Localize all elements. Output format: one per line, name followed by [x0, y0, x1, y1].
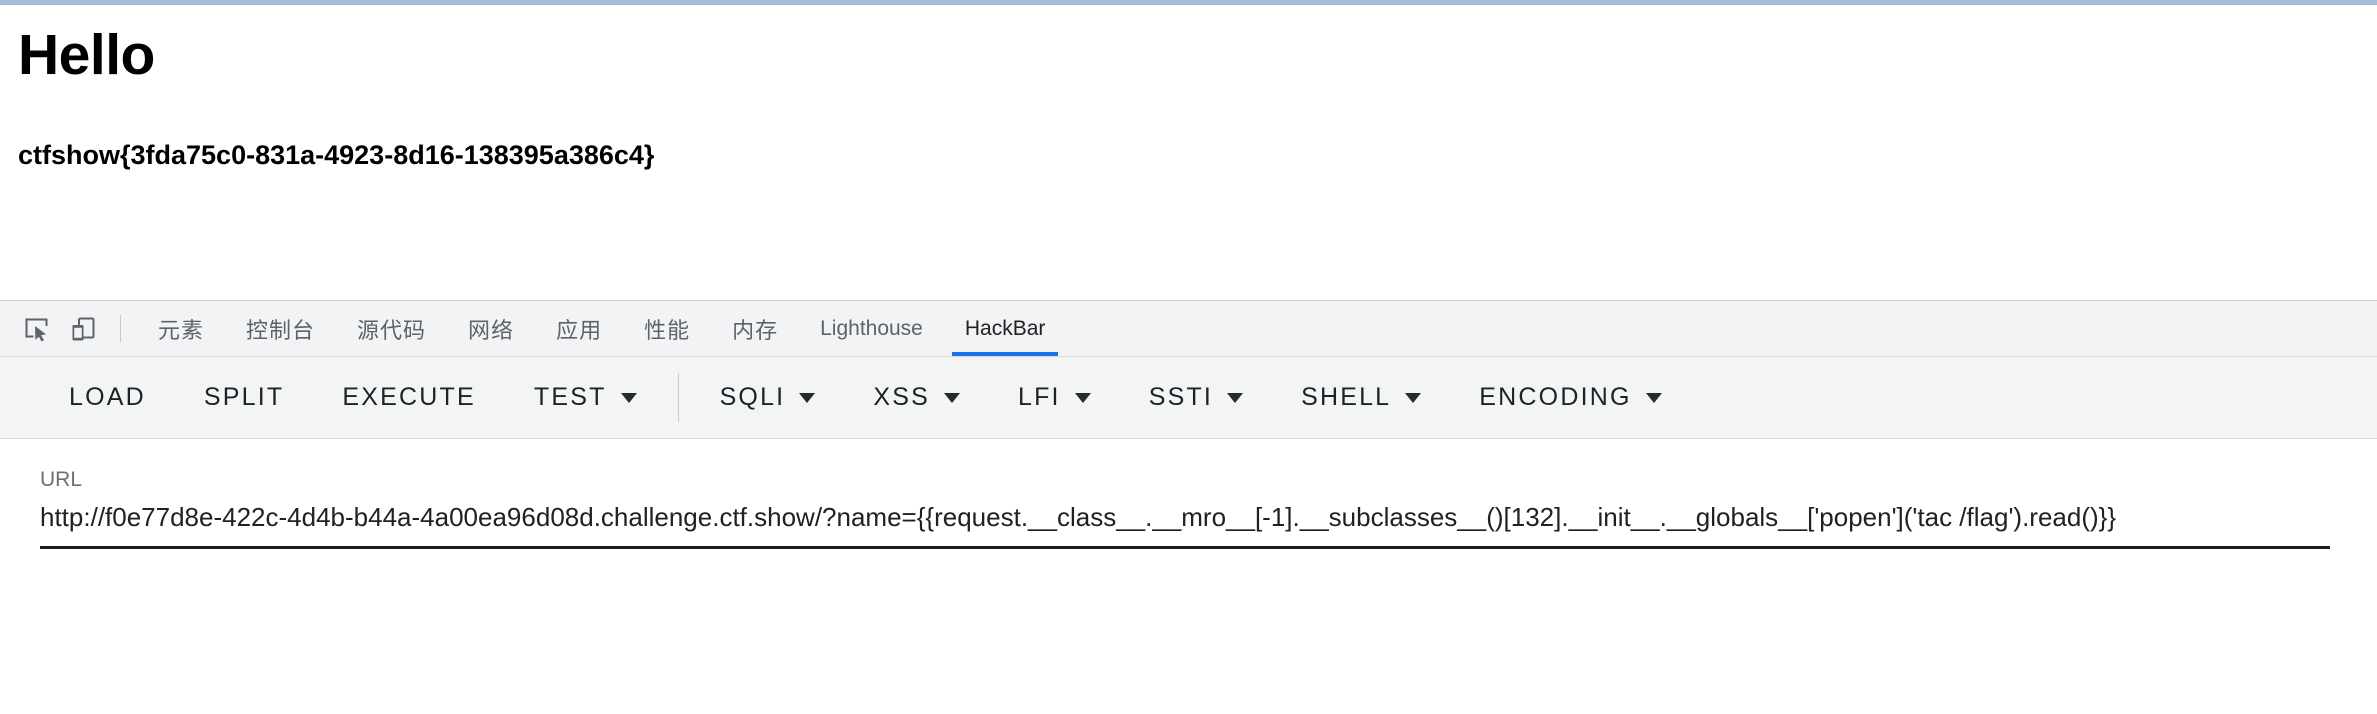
- chevron-down-icon: [620, 392, 637, 403]
- button-label: LOAD: [69, 383, 146, 411]
- hackbar-shell-button[interactable]: SHELL: [1272, 383, 1450, 412]
- tab-label: 内存: [732, 318, 779, 344]
- hackbar-split-button[interactable]: SPLIT: [175, 383, 313, 412]
- tab-label: 网络: [468, 318, 515, 344]
- button-label: LFI: [1017, 383, 1061, 411]
- devtools-tab-network[interactable]: 网络: [447, 301, 535, 356]
- chevron-down-icon: [799, 392, 816, 403]
- hackbar-body: URL http://f0e77d8e-422c-4d4b-b44a-4a00e…: [0, 439, 2377, 714]
- chevron-down-icon: [1074, 392, 1091, 403]
- tab-label: 控制台: [246, 318, 316, 344]
- devtools-tab-lighthouse[interactable]: Lighthouse: [799, 301, 944, 356]
- button-label: SSTI: [1148, 383, 1214, 411]
- button-label: SHELL: [1301, 383, 1392, 411]
- hackbar-test-button[interactable]: TEST: [505, 383, 666, 412]
- hackbar-ssti-button[interactable]: SSTI: [1120, 383, 1272, 412]
- devtools-tab-hackbar[interactable]: HackBar: [944, 301, 1067, 356]
- chevron-down-icon: [943, 392, 960, 403]
- tab-label: 应用: [556, 318, 603, 344]
- devtools-panel: 元素 控制台 源代码 网络 应用 性能 内存 Lighthouse HackBa…: [0, 300, 2377, 714]
- hackbar-load-button[interactable]: LOAD: [40, 383, 175, 412]
- tab-label: 源代码: [357, 318, 427, 344]
- url-field[interactable]: URL http://f0e77d8e-422c-4d4b-b44a-4a00e…: [40, 468, 2330, 550]
- tab-label: 性能: [644, 318, 691, 344]
- tab-label: HackBar: [964, 316, 1046, 340]
- toolbar-divider: [120, 315, 121, 342]
- device-toolbar-icon[interactable]: [60, 301, 106, 356]
- button-label: SPLIT: [203, 383, 285, 411]
- chevron-down-icon: [1405, 392, 1422, 403]
- inspect-element-icon[interactable]: [14, 301, 60, 356]
- hackbar-toolbar-divider: [677, 373, 679, 422]
- devtools-tab-performance[interactable]: 性能: [623, 301, 711, 356]
- devtools-tab-memory[interactable]: 内存: [711, 301, 799, 356]
- button-label: SQLI: [719, 383, 786, 411]
- hackbar-lfi-button[interactable]: LFI: [989, 383, 1120, 412]
- button-label: ENCODING: [1479, 383, 1632, 411]
- hackbar-sqli-button[interactable]: SQLI: [691, 383, 845, 412]
- chevron-down-icon: [1645, 392, 1662, 403]
- rendered-page-content: Hello ctfshow{3fda75c0-831a-4923-8d16-13…: [0, 5, 2377, 300]
- button-label: EXECUTE: [342, 383, 476, 411]
- devtools-tab-application[interactable]: 应用: [535, 301, 623, 356]
- hackbar-toolbar: LOAD SPLIT EXECUTE TEST SQLI XSS LFI SST…: [0, 357, 2377, 439]
- devtools-tab-console[interactable]: 控制台: [225, 301, 336, 356]
- url-field-label: URL: [40, 468, 83, 491]
- devtools-tab-bar: 元素 控制台 源代码 网络 应用 性能 内存 Lighthouse HackBa…: [0, 301, 2377, 357]
- button-label: TEST: [533, 383, 607, 411]
- chevron-down-icon: [1227, 392, 1244, 403]
- hackbar-execute-button[interactable]: EXECUTE: [313, 383, 504, 412]
- hackbar-encoding-button[interactable]: ENCODING: [1450, 383, 1690, 412]
- hackbar-xss-button[interactable]: XSS: [844, 383, 989, 412]
- tab-label: Lighthouse: [820, 316, 923, 340]
- tab-label: 元素: [158, 318, 205, 344]
- button-label: XSS: [873, 383, 930, 411]
- page-title: Hello: [18, 23, 155, 87]
- devtools-tab-elements[interactable]: 元素: [137, 301, 225, 356]
- flag-text: ctfshow{3fda75c0-831a-4923-8d16-138395a3…: [18, 139, 655, 170]
- url-input[interactable]: http://f0e77d8e-422c-4d4b-b44a-4a00ea96d…: [40, 496, 2330, 538]
- devtools-tab-sources[interactable]: 源代码: [336, 301, 447, 356]
